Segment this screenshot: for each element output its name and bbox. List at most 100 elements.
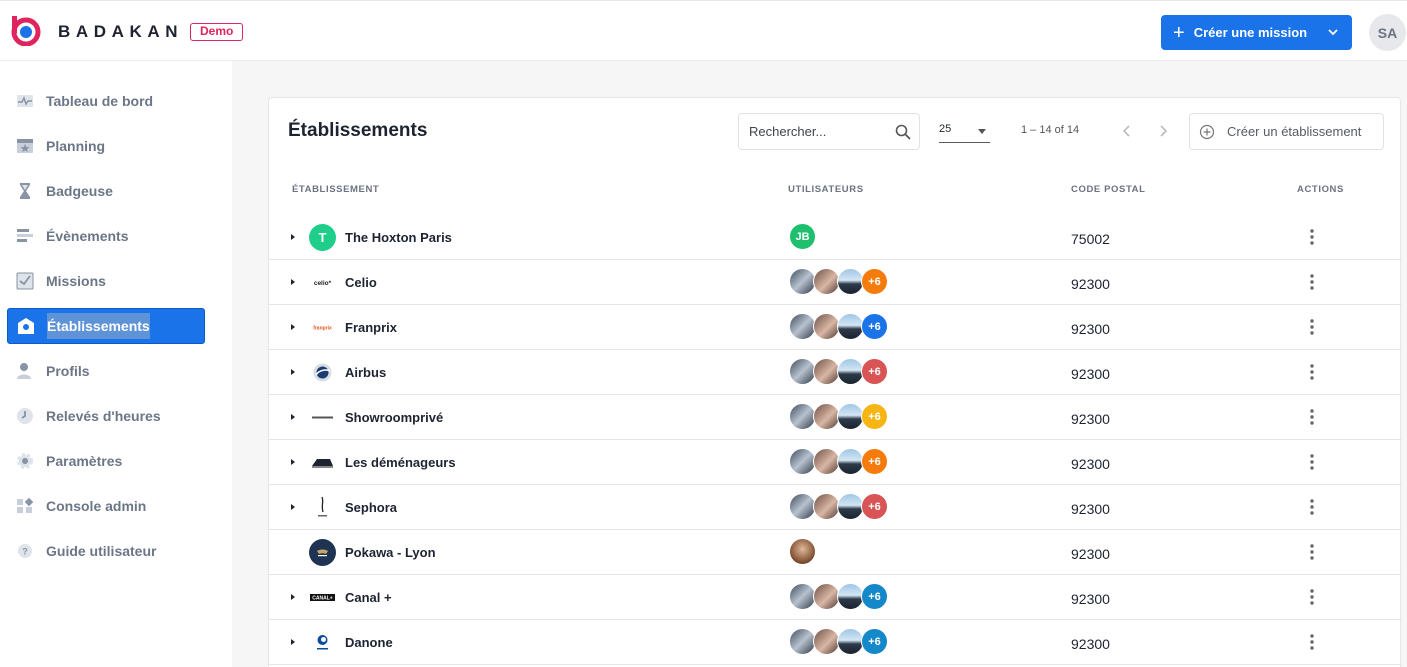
- table-row[interactable]: celio* Celio +6 92300: [269, 260, 1402, 305]
- expand-arrow-icon[interactable]: [291, 234, 295, 240]
- avatar[interactable]: [837, 358, 864, 385]
- avatar[interactable]: [789, 268, 816, 295]
- sidebar-item-parametres[interactable]: Paramètres: [7, 443, 205, 479]
- avatar[interactable]: [813, 358, 840, 385]
- avatar[interactable]: [837, 268, 864, 295]
- more-users-badge[interactable]: +6: [861, 313, 888, 340]
- table-row[interactable]: T The Hoxton Paris JB 75002: [269, 215, 1402, 260]
- sidebar-item-profils[interactable]: Profils: [7, 353, 205, 389]
- create-etablissement-button[interactable]: Créer un établissement: [1189, 113, 1384, 150]
- user-avatars[interactable]: +6: [789, 358, 888, 387]
- user-avatar[interactable]: SA: [1369, 14, 1406, 51]
- avatar[interactable]: [813, 628, 840, 655]
- more-users-badge[interactable]: +6: [861, 628, 888, 655]
- table-row[interactable]: Pokawa - Lyon 92300: [269, 530, 1402, 575]
- more-vert-icon[interactable]: [1306, 227, 1318, 247]
- user-avatars[interactable]: +6: [789, 268, 888, 297]
- etablissement-name[interactable]: Sephora: [345, 500, 397, 515]
- avatar[interactable]: [837, 628, 864, 655]
- avatar[interactable]: [813, 448, 840, 475]
- badakan-logo-icon[interactable]: [10, 15, 41, 46]
- avatar[interactable]: [837, 403, 864, 430]
- table-row[interactable]: Danone +6 92300: [269, 620, 1402, 665]
- expand-arrow-icon[interactable]: [291, 504, 295, 510]
- sidebar-item-planning[interactable]: Planning: [7, 128, 205, 164]
- more-users-badge[interactable]: +6: [861, 268, 888, 295]
- more-vert-icon[interactable]: [1306, 632, 1318, 652]
- sidebar-item-console-admin[interactable]: Console admin: [7, 488, 205, 524]
- expand-arrow-icon[interactable]: [291, 459, 295, 465]
- etablissement-name[interactable]: Pokawa - Lyon: [345, 545, 436, 560]
- etablissement-name[interactable]: Canal +: [345, 590, 392, 605]
- more-vert-icon[interactable]: [1306, 497, 1318, 517]
- expand-arrow-icon[interactable]: [291, 414, 295, 420]
- more-users-badge[interactable]: +6: [861, 583, 888, 610]
- more-users-badge[interactable]: +6: [861, 358, 888, 385]
- etablissement-name[interactable]: Les déménageurs: [345, 455, 456, 470]
- more-vert-icon[interactable]: [1306, 542, 1318, 562]
- sidebar-item-guide-utilisateur[interactable]: ? Guide utilisateur: [7, 533, 205, 569]
- more-vert-icon[interactable]: [1306, 362, 1318, 382]
- sidebar-item-tableau-de-bord[interactable]: Tableau de bord: [7, 83, 205, 119]
- user-avatars[interactable]: +6: [789, 313, 888, 342]
- avatar[interactable]: [837, 493, 864, 520]
- user-avatars[interactable]: [789, 538, 816, 567]
- avatar[interactable]: [789, 538, 816, 565]
- user-avatars[interactable]: +6: [789, 628, 888, 657]
- table-row[interactable]: Showroomprivé +6 92300: [269, 395, 1402, 440]
- more-vert-icon[interactable]: [1306, 452, 1318, 472]
- user-avatars[interactable]: +6: [789, 448, 888, 477]
- more-vert-icon[interactable]: [1306, 587, 1318, 607]
- avatar[interactable]: [789, 313, 816, 340]
- user-avatars[interactable]: JB: [789, 223, 816, 252]
- etablissement-name[interactable]: Celio: [345, 275, 377, 290]
- expand-arrow-icon[interactable]: [291, 369, 295, 375]
- search-input[interactable]: [749, 124, 889, 139]
- avatar[interactable]: [813, 583, 840, 610]
- chevron-right-icon[interactable]: [1154, 121, 1172, 141]
- more-vert-icon[interactable]: [1306, 407, 1318, 427]
- more-vert-icon[interactable]: [1306, 317, 1318, 337]
- sidebar-item-missions[interactable]: Missions: [7, 263, 205, 299]
- create-mission-button[interactable]: + Créer une mission: [1161, 15, 1352, 50]
- page-size-select[interactable]: 25: [939, 123, 990, 143]
- user-avatars[interactable]: +6: [789, 403, 888, 432]
- table-row[interactable]: CANAL+ Canal + +6 92300: [269, 575, 1402, 620]
- avatar[interactable]: [813, 403, 840, 430]
- search-icon[interactable]: [895, 124, 911, 140]
- etablissement-name[interactable]: Airbus: [345, 365, 386, 380]
- avatar[interactable]: [813, 493, 840, 520]
- more-vert-icon[interactable]: [1306, 272, 1318, 292]
- table-row[interactable]: Airbus +6 92300: [269, 350, 1402, 395]
- user-avatars[interactable]: +6: [789, 583, 888, 612]
- avatar[interactable]: [813, 268, 840, 295]
- more-users-badge[interactable]: +6: [861, 403, 888, 430]
- chevron-left-icon[interactable]: [1118, 121, 1136, 141]
- avatar[interactable]: JB: [789, 223, 816, 250]
- avatar[interactable]: [789, 403, 816, 430]
- column-header-utilisateurs[interactable]: UTILISATEURS: [788, 184, 864, 195]
- avatar[interactable]: [837, 448, 864, 475]
- more-users-badge[interactable]: +6: [861, 448, 888, 475]
- user-avatars[interactable]: +6: [789, 493, 888, 522]
- avatar[interactable]: [837, 313, 864, 340]
- sidebar-item-etablissements[interactable]: Établissements: [7, 308, 205, 344]
- table-row[interactable]: franprix Franprix +6 92300: [269, 305, 1402, 350]
- etablissement-name[interactable]: Franprix: [345, 320, 397, 335]
- avatar[interactable]: [789, 493, 816, 520]
- avatar[interactable]: [837, 583, 864, 610]
- avatar[interactable]: [789, 583, 816, 610]
- search-field[interactable]: [738, 113, 920, 150]
- avatar[interactable]: [789, 628, 816, 655]
- sidebar-item-evenements[interactable]: Évènements: [7, 218, 205, 254]
- table-row[interactable]: Sephora +6 92300: [269, 485, 1402, 530]
- column-header-code-postal[interactable]: CODE POSTAL: [1071, 184, 1146, 195]
- expand-arrow-icon[interactable]: [291, 279, 295, 285]
- etablissement-name[interactable]: The Hoxton Paris: [345, 230, 452, 245]
- sidebar-item-releves-heures[interactable]: Relevés d'heures: [7, 398, 205, 434]
- expand-arrow-icon[interactable]: [291, 324, 295, 330]
- avatar[interactable]: [789, 448, 816, 475]
- sidebar-item-badgeuse[interactable]: Badgeuse: [7, 173, 205, 209]
- table-row[interactable]: Les déménageurs +6 92300: [269, 440, 1402, 485]
- avatar[interactable]: [789, 358, 816, 385]
